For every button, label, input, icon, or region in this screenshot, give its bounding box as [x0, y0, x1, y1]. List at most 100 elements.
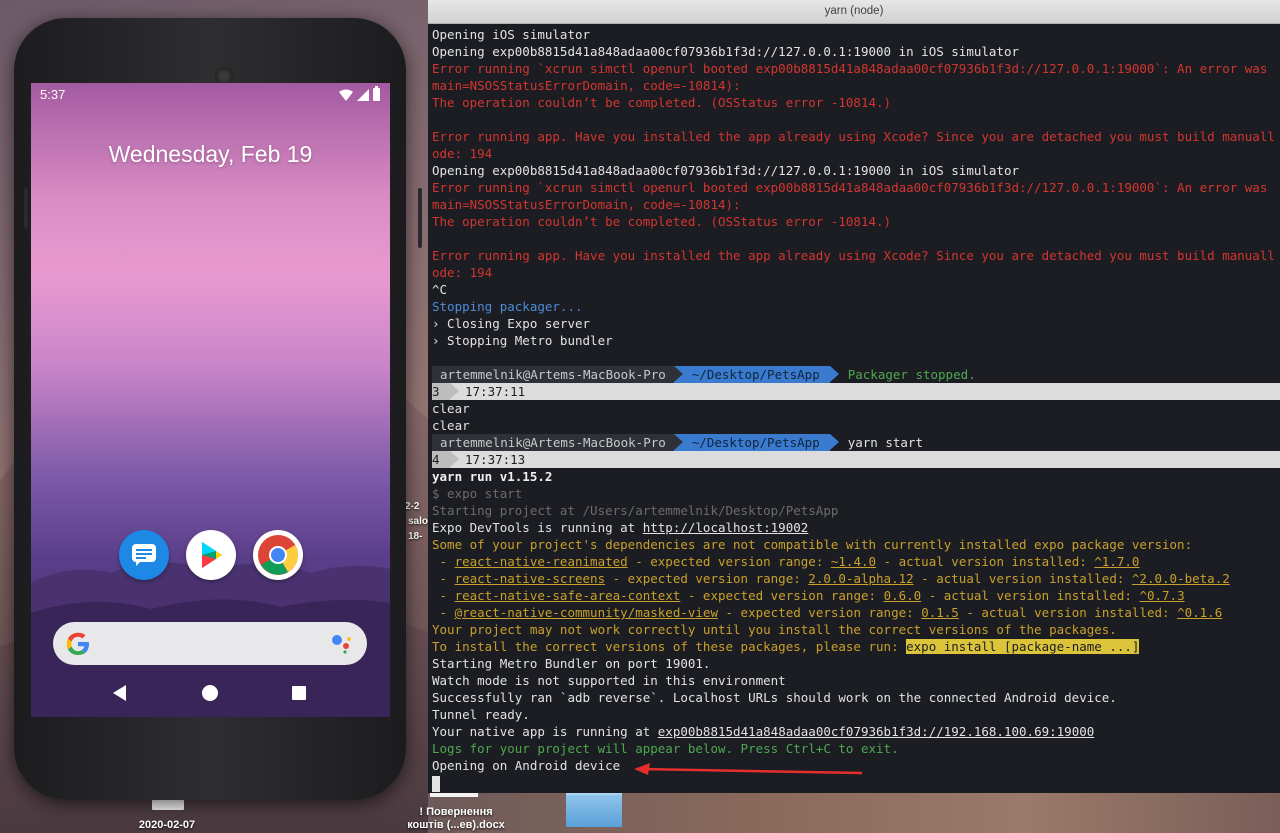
terminal-lines-mid: clear clear: [432, 400, 1280, 434]
logs-line: Logs for your project will appear below.…: [432, 741, 899, 756]
terminal-line: ode: 194: [432, 265, 493, 280]
install-hint-line: To install the correct versions of these…: [432, 638, 1280, 655]
starting-project-line: Starting project at /Users/artemmelnik/D…: [432, 503, 839, 518]
terminal-line: ode: 194: [432, 146, 493, 161]
play-store-icon[interactable]: [186, 530, 236, 580]
lockscreen-date: Wednesday, Feb 19: [108, 141, 313, 167]
dependency-actual-label: - actual version installed:: [921, 588, 1140, 603]
google-search-bar[interactable]: [53, 622, 367, 665]
dependency-actual-version: ^0.7.3: [1139, 588, 1185, 603]
terminal-line: Opening exp00b8815d41a848adaa00cf07936b1…: [432, 163, 1019, 178]
devtools-link[interactable]: http://localhost:19002: [643, 520, 809, 535]
dependency-actual-version: ^1.7.0: [1094, 554, 1140, 569]
android-nav-bar: [31, 677, 390, 709]
dependency-bullet: -: [432, 588, 455, 603]
wifi-icon: [339, 89, 353, 101]
dependency-actual-version: ^0.1.6: [1177, 605, 1223, 620]
dependency-name: react-native-safe-area-context: [454, 588, 681, 603]
terminal-line: › Stopping Metro bundler: [432, 333, 613, 348]
terminal-line: clear: [432, 418, 470, 433]
terminal-output[interactable]: Opening iOS simulator Opening exp00b8815d…: [432, 26, 1280, 793]
terminal-line: main=NSOSStatusErrorDomain, code=-10814)…: [432, 78, 741, 93]
dependency-bullet: -: [432, 554, 455, 569]
prompt-status-line-2: 4 17:37:13: [432, 451, 1280, 468]
dependency-name: react-native-screens: [454, 571, 606, 586]
prompt-time: 17:37:11: [465, 384, 526, 399]
dependency-expected-version: ~1.4.0: [830, 554, 877, 569]
desktop-file-icon[interactable]: [152, 800, 184, 810]
back-icon[interactable]: [113, 685, 126, 701]
home-icon[interactable]: [202, 685, 218, 701]
folder-icon[interactable]: [566, 793, 622, 827]
may-not-work-line: Your project may not work correctly unti…: [432, 622, 1117, 637]
tunnel-line: Tunnel ready.: [432, 707, 530, 722]
terminal-cursor: [432, 775, 440, 792]
dependency-line: - react-native-safe-area-context - expec…: [432, 587, 1280, 604]
terminal-line: Stopping packager...: [432, 299, 583, 314]
chrome-icon[interactable]: [253, 530, 303, 580]
prompt-command: yarn start: [847, 435, 923, 450]
dependency-list: - react-native-reanimated - expected ver…: [432, 553, 1280, 621]
dependency-bullet: -: [432, 571, 455, 586]
google-assistant-icon[interactable]: [331, 634, 353, 654]
expo-start-line: $ expo start: [432, 486, 523, 501]
shell-prompt-2: artemmelnik@Artems-MacBook-Pro ~/Desktop…: [432, 434, 1280, 451]
terminal-line: clear: [432, 401, 470, 416]
dependency-expected-label: - expected version range:: [627, 554, 831, 569]
terminal-line: ^C: [432, 282, 448, 297]
status-bar: 5:37: [31, 83, 390, 107]
docx-file-icon[interactable]: [430, 793, 478, 797]
desktop-peek-label-3: 18-: [408, 531, 423, 542]
dependency-name: @react-native-community/masked-view: [454, 605, 718, 620]
adb-reverse-line: Successfully ran `adb reverse`. Localhos…: [432, 690, 1117, 705]
terminal-line: The operation couldn’t be completed. (OS…: [432, 95, 892, 110]
recent-apps-icon[interactable]: [292, 686, 306, 700]
native-app-url[interactable]: exp00b8815d41a848adaa00cf07936b1f3d://19…: [658, 724, 1095, 739]
prompt-message: Packager stopped.: [847, 367, 976, 382]
terminal-line: Error running `xcrun simctl openurl boot…: [432, 180, 1268, 195]
dependency-actual-label: - actual version installed:: [876, 554, 1095, 569]
terminal-line: Opening exp00b8815d41a848adaa00cf07936b1…: [432, 44, 1019, 59]
prompt-time: 17:37:13: [465, 452, 526, 467]
google-g-icon: [66, 632, 89, 655]
desktop-file-label[interactable]: 2020-02-07: [120, 819, 214, 832]
shell-prompt-1: artemmelnik@Artems-MacBook-Pro ~/Desktop…: [432, 366, 1280, 383]
terminal-line: Error running app. Have you installed th…: [432, 129, 1275, 144]
messages-icon[interactable]: [119, 530, 169, 580]
dependency-expected-label: - expected version range:: [605, 571, 809, 586]
metro-line: Starting Metro Bundler on port 19001.: [432, 656, 711, 671]
terminal-title: yarn (node): [824, 5, 884, 17]
docx-file-label-line1: ! Повернення: [419, 806, 493, 818]
devtools-prefix: Expo DevTools is running at: [432, 520, 643, 535]
status-time: 5:37: [40, 87, 66, 102]
dependency-actual-version: ^2.0.0-beta.2: [1131, 571, 1230, 586]
watch-mode-line: Watch mode is not supported in this envi…: [432, 673, 786, 688]
phone-power-button[interactable]: [418, 188, 422, 248]
devtools-line: Expo DevTools is running at http://local…: [432, 519, 1280, 536]
terminal-title-bar[interactable]: yarn (node): [428, 0, 1280, 24]
battery-icon: [373, 86, 380, 101]
signal-icon: [357, 88, 369, 101]
terminal-line: › Closing Expo server: [432, 316, 591, 331]
prompt-command-number: 3: [432, 383, 459, 400]
terminal-lines-top: Opening iOS simulator Opening exp00b8815d…: [432, 26, 1280, 366]
prompt-path: ~/Desktop/PetsApp: [673, 366, 839, 383]
install-hint-prefix: To install the correct versions of these…: [432, 639, 907, 654]
prompt-user: artemmelnik@Artems-MacBook-Pro: [432, 366, 683, 383]
yarn-version-line: yarn run v1.15.2: [432, 469, 553, 484]
phone-screen[interactable]: 5:37 Wednesday, Feb 19: [31, 83, 390, 717]
terminal-line: Error running app. Have you installed th…: [432, 248, 1275, 263]
compat-warning-line: Some of your project's dependencies are …: [432, 537, 1193, 552]
docx-file-label-line2: коштів (...ев).docx: [407, 819, 505, 831]
dependency-line: - react-native-reanimated - expected ver…: [432, 553, 1280, 570]
phone-volume-button[interactable]: [24, 188, 28, 228]
install-command: expo install [package-name ...]: [906, 639, 1140, 654]
docx-file-label[interactable]: ! Повернення коштів (...ев).docx: [400, 806, 512, 832]
terminal-window[interactable]: yarn (node) Opening iOS simulator Opening…: [428, 0, 1280, 793]
desktop-peek-label-2: salo: [408, 516, 429, 527]
native-app-line: Your native app is running at exp00b8815…: [432, 723, 1280, 740]
desktop-peek-label-1: 2-2: [405, 501, 420, 512]
terminal-line: main=NSOSStatusErrorDomain, code=-10814)…: [432, 197, 741, 212]
